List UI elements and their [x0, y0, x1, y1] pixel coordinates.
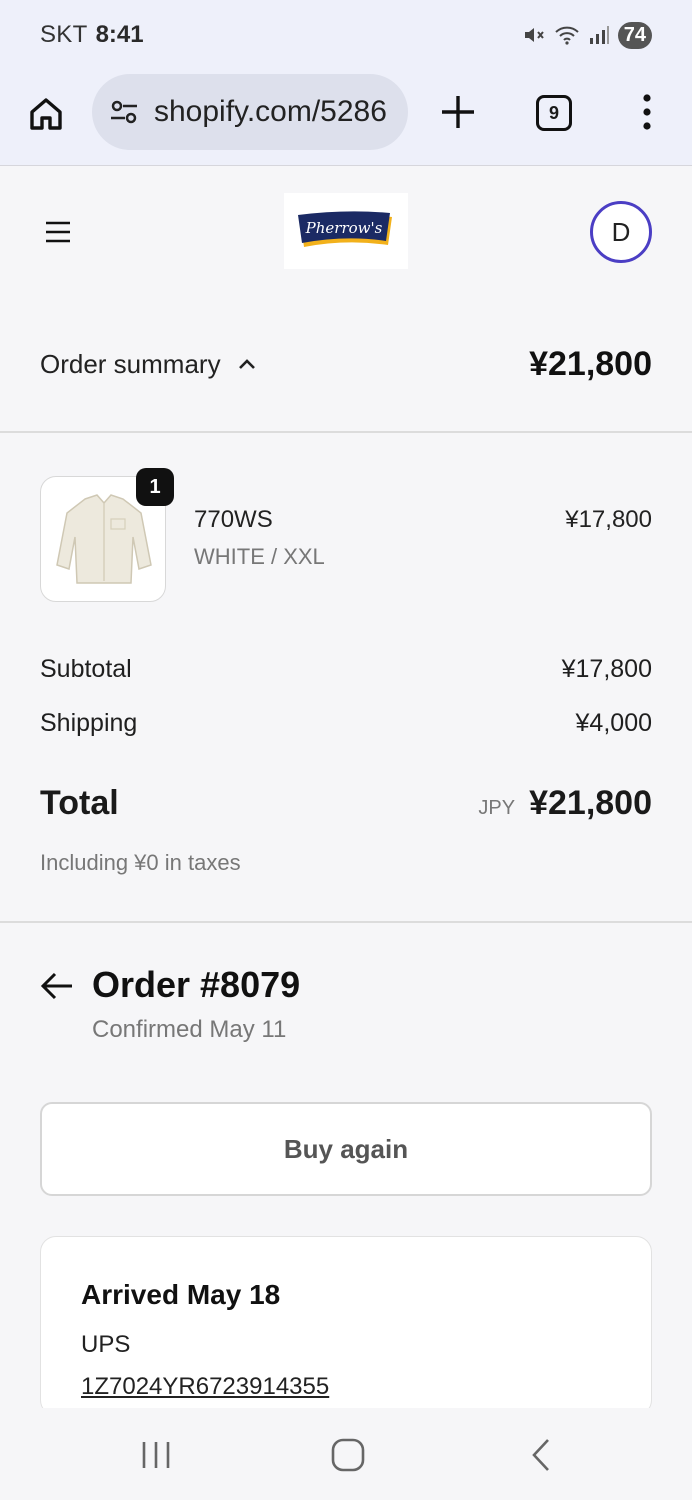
tab-switcher-button[interactable]: 9	[536, 95, 572, 131]
total-label: Total	[40, 784, 119, 822]
order-status: Confirmed May 11	[92, 1016, 287, 1043]
shipping-amount: ¥4,000	[575, 709, 652, 737]
product-price: ¥17,800	[565, 506, 652, 533]
quantity-badge: 1	[136, 468, 174, 506]
order-summary-label[interactable]: Order summary	[40, 349, 221, 380]
chevron-up-icon[interactable]	[237, 357, 257, 371]
home-nav-icon[interactable]	[328, 1438, 368, 1472]
recents-icon[interactable]	[136, 1438, 176, 1472]
carrier-label: SKT	[40, 21, 88, 48]
order-summary-toggle[interactable]: Order summary ¥21,800	[0, 297, 692, 433]
battery-indicator: 74	[617, 21, 652, 49]
wifi-icon	[555, 26, 579, 45]
store-logo[interactable]: Pherrow's	[284, 193, 408, 269]
delivery-card: Arrived May 18 UPS 1Z7024YR6723914355	[40, 1236, 652, 1416]
menu-icon[interactable]	[44, 221, 72, 243]
clock: 8:41	[95, 21, 144, 48]
delivery-status: Arrived May 18	[81, 1279, 281, 1310]
status-icons: 74	[522, 21, 652, 49]
shipping-label: Shipping	[40, 709, 138, 737]
browser-toolbar: shopify.com/5286 9	[0, 70, 692, 166]
back-nav-icon[interactable]	[522, 1438, 562, 1472]
currency-code: JPY	[478, 797, 516, 819]
status-bar: SKT 8:41 74	[0, 0, 692, 70]
taxes-note: Including ¥0 in taxes	[40, 850, 241, 875]
shipping-row: Shipping ¥4,000	[40, 709, 652, 738]
subtotal-amount: ¥17,800	[561, 655, 652, 683]
section-divider	[0, 921, 692, 923]
tracking-number-link[interactable]: 1Z7024YR6723914355	[81, 1373, 329, 1401]
line-item: 1 770WS WHITE / XXL ¥17,800	[40, 468, 652, 606]
order-title: Order #8079	[92, 964, 301, 1005]
mute-icon	[524, 28, 544, 42]
buy-again-button[interactable]: Buy again	[40, 1102, 652, 1196]
total-amount: ¥21,800	[529, 784, 652, 822]
product-variant: WHITE / XXL	[194, 544, 325, 569]
account-avatar[interactable]: D	[590, 201, 652, 263]
signal-icon	[589, 26, 609, 44]
site-settings-icon[interactable]	[108, 96, 140, 128]
subtotal-label: Subtotal	[40, 655, 132, 683]
total-row: Total JPY ¥21,800	[40, 784, 652, 823]
product-name: 770WS	[194, 506, 273, 533]
address-bar[interactable]: shopify.com/5286	[92, 74, 408, 150]
summary-total: ¥21,800	[529, 344, 652, 383]
shop-header: Pherrow's D	[0, 167, 692, 297]
url-text[interactable]: shopify.com/5286	[154, 95, 387, 129]
new-tab-icon[interactable]	[438, 92, 478, 132]
home-icon[interactable]	[26, 94, 66, 134]
more-menu-icon[interactable]	[632, 92, 662, 132]
logo-text: Pherrow's	[305, 219, 383, 237]
system-nav-bar	[0, 1408, 692, 1500]
pherrows-logo: Pherrow's	[298, 211, 392, 247]
back-arrow-icon[interactable]	[40, 970, 74, 1002]
delivery-carrier: UPS	[81, 1331, 131, 1358]
subtotal-row: Subtotal ¥17,800	[40, 655, 652, 684]
